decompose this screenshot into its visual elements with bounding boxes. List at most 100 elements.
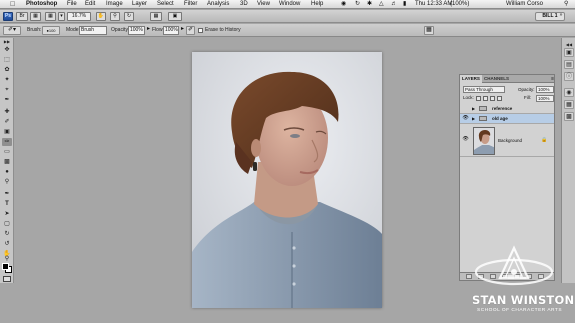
- layer-opacity-field[interactable]: 100%: [536, 86, 554, 93]
- eye-icon[interactable]: 👁: [462, 115, 469, 122]
- tab-channels[interactable]: CHANNELS: [482, 75, 511, 83]
- sync-icon[interactable]: ↻: [355, 0, 360, 9]
- blend-mode-select[interactable]: Pass Through: [463, 86, 505, 93]
- eyedropper-tool-icon[interactable]: ✒: [2, 96, 12, 104]
- user-name[interactable]: William Corso: [506, 0, 543, 9]
- menu-file[interactable]: File: [67, 0, 77, 9]
- rotate-view-icon[interactable]: ↻: [124, 12, 134, 21]
- zoom-tool-icon[interactable]: ⚲: [2, 256, 12, 262]
- school-watermark: STAN WINSTON SCHOOL OF CHARACTER ARTS: [458, 240, 574, 320]
- expand-triangle-icon[interactable]: ▶: [472, 106, 475, 111]
- hand-tool-icon[interactable]: ✋: [96, 12, 106, 21]
- menu-view[interactable]: View: [257, 0, 270, 9]
- brush-picker[interactable]: ●100: [42, 26, 60, 35]
- eye-icon[interactable]: 👁: [462, 136, 469, 143]
- eraser-tool-icon[interactable]: ▭: [2, 148, 12, 156]
- shape-tool-icon[interactable]: ▢: [2, 220, 12, 228]
- tablet-pressure-icon[interactable]: ▦: [424, 26, 434, 35]
- gradient-tool-icon[interactable]: ▩: [2, 158, 12, 166]
- color-panel-icon[interactable]: ◉: [564, 88, 574, 97]
- menu-select[interactable]: Select: [157, 0, 174, 9]
- fill-field[interactable]: 100%: [536, 95, 554, 102]
- visibility-toggle[interactable]: [462, 105, 469, 112]
- dodge-tool-icon[interactable]: ⚲: [2, 178, 12, 186]
- extras-button[interactable]: ▦: [45, 12, 56, 21]
- clock[interactable]: Thu 12:33 AM: [415, 0, 452, 9]
- lock-transparency-icon[interactable]: [476, 96, 481, 101]
- layer-opacity-label: Opacity:: [518, 87, 535, 92]
- volume-icon[interactable]: ♬: [391, 0, 397, 9]
- crop-tool-icon[interactable]: ⌖: [2, 86, 12, 94]
- flow-field[interactable]: 100%: [163, 26, 179, 35]
- histogram-panel-icon[interactable]: ▤: [564, 60, 574, 69]
- type-tool-icon[interactable]: T: [2, 200, 12, 208]
- extras-dropdown[interactable]: ▾: [58, 12, 65, 21]
- expand-triangle-icon[interactable]: ▶: [472, 116, 475, 121]
- folder-icon: [479, 116, 487, 121]
- tool-preset-picker[interactable]: ✐▾: [3, 26, 21, 35]
- quick-select-tool-icon[interactable]: ✦: [2, 76, 12, 84]
- blur-tool-icon[interactable]: ●: [2, 168, 12, 176]
- spotlight-icon[interactable]: ⚲: [564, 0, 568, 9]
- arrange-documents-button[interactable]: ▦: [150, 12, 162, 21]
- history-brush-tool-icon[interactable]: ✑: [2, 138, 12, 146]
- lock-label: Lock:: [463, 95, 474, 100]
- bridge-button[interactable]: Br: [16, 12, 28, 21]
- screen-mode-button[interactable]: ▣: [168, 12, 182, 21]
- menu-filter[interactable]: Filter: [184, 0, 197, 9]
- panel-menu-icon[interactable]: ≡: [551, 76, 554, 82]
- marquee-tool-icon[interactable]: ⬚: [2, 56, 12, 64]
- menu-edit[interactable]: Edit: [85, 0, 95, 9]
- lock-pixels-icon[interactable]: [483, 96, 488, 101]
- info-panel-icon[interactable]: ⓘ: [564, 72, 574, 81]
- lock-position-icon[interactable]: [490, 96, 495, 101]
- layer-row-old-age[interactable]: 👁 ▶ old age: [460, 114, 554, 124]
- erase-to-history-checkbox[interactable]: [198, 28, 203, 33]
- mini-bridge-button[interactable]: ▦: [30, 12, 41, 21]
- tab-layers[interactable]: LAYERS: [460, 75, 482, 83]
- application-bar: Ps Br ▦ ▦ ▾ 16.7% ✋ ⚲ ↻ ▦ ▣ BILL 1 »: [0, 10, 575, 23]
- menu-3d[interactable]: 3D: [240, 0, 248, 9]
- mode-label: Mode:: [66, 27, 80, 33]
- mode-select[interactable]: Brush: [79, 26, 107, 35]
- bluetooth-icon[interactable]: ✱: [367, 0, 372, 9]
- 3d-orbit-tool-icon[interactable]: ↺: [2, 240, 12, 248]
- menu-layer[interactable]: Layer: [132, 0, 147, 9]
- quick-mask-icon[interactable]: [3, 276, 11, 282]
- airbrush-icon[interactable]: ✐: [186, 26, 195, 35]
- lasso-tool-icon[interactable]: ✿: [2, 66, 12, 74]
- document-canvas[interactable]: [192, 52, 382, 308]
- apple-icon[interactable]: : [10, 0, 15, 9]
- layer-row-background[interactable]: 👁 Background 🔒: [460, 124, 554, 157]
- brush-size: 100: [48, 28, 56, 33]
- clone-stamp-tool-icon[interactable]: ▣: [2, 128, 12, 136]
- swatches-panel-icon[interactable]: ▦: [564, 100, 574, 109]
- menu-help[interactable]: Help: [311, 0, 323, 9]
- airport-icon[interactable]: △: [379, 0, 384, 9]
- brush-tool-icon[interactable]: ✐: [2, 118, 12, 126]
- pen-tool-icon[interactable]: ✒: [2, 190, 12, 198]
- layer-row-reference[interactable]: ▶ reference: [460, 104, 554, 114]
- menu-app-name[interactable]: Photoshop: [26, 0, 57, 9]
- battery-icon[interactable]: ▮: [403, 0, 406, 9]
- workspace-menu-icon[interactable]: »: [558, 12, 564, 21]
- zoom-tool-icon[interactable]: ⚲: [110, 12, 120, 21]
- zoom-level[interactable]: 16.7%: [67, 12, 91, 21]
- move-tool-icon[interactable]: ✥: [2, 46, 12, 54]
- menu-image[interactable]: Image: [106, 0, 123, 9]
- menu-window[interactable]: Window: [279, 0, 300, 9]
- healing-tool-icon[interactable]: ✚: [2, 108, 12, 116]
- flow-dropdown-icon[interactable]: ▸: [180, 26, 185, 35]
- swsca-logo: [474, 245, 554, 286]
- foreground-color-swatch[interactable]: [2, 263, 9, 270]
- navigator-panel-icon[interactable]: ▣: [564, 48, 574, 57]
- opacity-dropdown-icon[interactable]: ▸: [146, 26, 151, 35]
- 3d-rotate-tool-icon[interactable]: ↻: [2, 230, 12, 238]
- watermark-subtitle: SCHOOL OF CHARACTER ARTS: [477, 308, 563, 313]
- menu-analysis[interactable]: Analysis: [207, 0, 229, 9]
- lock-all-icon[interactable]: [497, 96, 502, 101]
- styles-panel-icon[interactable]: ▩: [564, 112, 574, 121]
- path-select-tool-icon[interactable]: ➤: [2, 210, 12, 218]
- wifi-icon[interactable]: ◉: [341, 0, 346, 9]
- opacity-field[interactable]: 100%: [128, 26, 145, 35]
